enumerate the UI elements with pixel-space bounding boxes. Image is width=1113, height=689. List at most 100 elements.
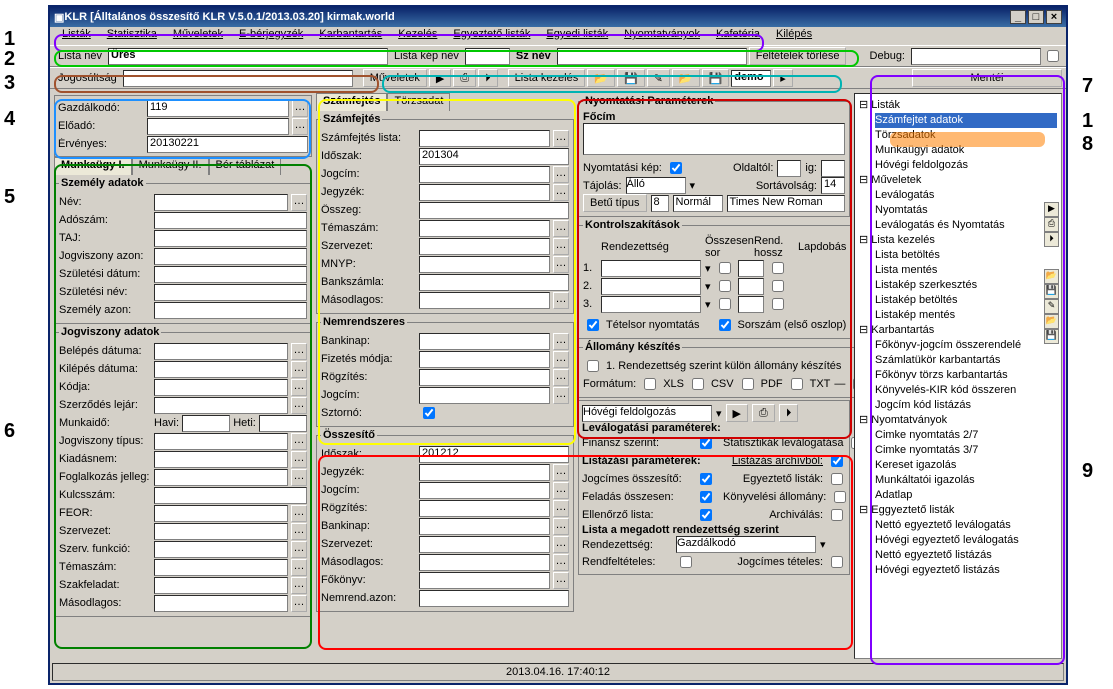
- op-play-icon[interactable]: ▶: [429, 69, 451, 87]
- oldaltol-input[interactable]: [777, 160, 801, 177]
- menu-muveletek[interactable]: Műveletek: [167, 27, 229, 45]
- gazdkodo-input[interactable]: 119: [147, 100, 289, 117]
- osz-idoszak-input[interactable]: 201212: [419, 446, 569, 463]
- szf-idoszak-input[interactable]: 201304: [419, 148, 569, 165]
- tree-save2-icon[interactable]: 💾: [1044, 329, 1059, 344]
- szulnev-input[interactable]: [154, 284, 307, 301]
- szamfejtes-tabs: Számfejtés Törzsadat: [316, 93, 574, 111]
- jogv-legend: Jogviszony adatok: [59, 326, 161, 338]
- listanev-input[interactable]: Üres: [108, 48, 388, 65]
- belepes-input[interactable]: [154, 343, 288, 360]
- taj-input[interactable]: [154, 230, 307, 247]
- print-icon[interactable]: ⎙: [752, 404, 775, 422]
- sztorno-checkbox[interactable]: [423, 407, 435, 419]
- demo-input[interactable]: demo: [731, 70, 771, 87]
- nyomtkep-checkbox[interactable]: [670, 162, 682, 174]
- tab-bertabla[interactable]: Bér táblázat: [209, 157, 282, 175]
- tajolas-combo[interactable]: Álló: [626, 177, 686, 194]
- tab-szamfejtes[interactable]: Számfejtés: [316, 93, 387, 111]
- op-run-icon[interactable]: ⏵: [478, 69, 498, 87]
- lk-open2-icon[interactable]: 📂: [672, 69, 700, 87]
- eloado-input[interactable]: [147, 118, 289, 135]
- mentei-button[interactable]: Mentéi: [912, 69, 1062, 87]
- feldolgozas-combo[interactable]: Hóvégi feldolgozás: [582, 405, 712, 422]
- tree-print-icon[interactable]: ⎙: [1044, 217, 1059, 232]
- sznev-input[interactable]: [557, 48, 747, 65]
- focim-input[interactable]: [583, 123, 845, 155]
- tab-munkaugy2[interactable]: Munkaügy II.: [132, 157, 209, 175]
- tree-munkaugyi[interactable]: Munkaügyi adatok: [875, 143, 1057, 158]
- status-bar: 2013.04.16. 17:40:12: [52, 663, 1064, 681]
- tree-szamfejtet[interactable]: Számfejtet adatok: [875, 113, 1057, 128]
- archivbol-link[interactable]: Listázás archívból:: [732, 455, 823, 467]
- heti-input[interactable]: [259, 415, 307, 432]
- rend-combo[interactable]: Gazdálkodó: [676, 536, 816, 553]
- close-button[interactable]: ×: [1046, 10, 1062, 24]
- tree-open-icon[interactable]: 📂: [1044, 269, 1059, 284]
- listanev-label: Lista név: [54, 48, 106, 64]
- betutipus-button[interactable]: Betű típus: [583, 194, 647, 212]
- szemelyazon-input[interactable]: [154, 302, 307, 319]
- fontsize-input[interactable]: 8: [651, 195, 669, 212]
- run-icon[interactable]: ▶: [726, 404, 748, 422]
- fontname-input[interactable]: Times New Roman: [727, 195, 845, 212]
- kontrolszak-group: Kontrolszakítások Rendezettség Összesen …: [578, 219, 851, 339]
- tree-hovegi[interactable]: Hóvégi feldolgozás: [875, 158, 1057, 173]
- jogosultsag-input[interactable]: [123, 70, 353, 87]
- window-title: KLR [Álltalános összesítő KLR V.5.0.1/20…: [64, 11, 394, 23]
- tree-root[interactable]: Listák: [871, 99, 900, 111]
- sznev-label: Sz név: [512, 48, 555, 64]
- lk-open-icon[interactable]: 📂: [587, 69, 615, 87]
- ig-input[interactable]: [821, 160, 845, 177]
- ervenyes-input[interactable]: 20130221: [147, 136, 308, 153]
- kilepes-input[interactable]: [154, 361, 288, 378]
- demo-go-icon[interactable]: ▸: [773, 69, 793, 87]
- menu-bar: Listák Statisztika Műveletek E-bérjegyzé…: [50, 27, 1066, 45]
- menu-egyezteto[interactable]: Egyeztető listák: [447, 27, 536, 45]
- run2-icon[interactable]: ⏵: [779, 404, 799, 422]
- feltetelek-torlese-button[interactable]: Feltételek törlése: [749, 47, 847, 65]
- debug-input[interactable]: [911, 48, 1041, 65]
- menu-egyedi[interactable]: Egyedi listák: [540, 27, 614, 45]
- menu-eberjegyzek[interactable]: E-bérjegyzék: [233, 27, 309, 45]
- eloado-lookup-button[interactable]: …: [292, 118, 308, 135]
- tree-play-icon[interactable]: ▶: [1044, 202, 1059, 217]
- menu-kilepes[interactable]: Kilépés: [770, 27, 818, 45]
- debug-checkbox[interactable]: [1047, 50, 1059, 62]
- muveletek-button[interactable]: Műveletek: [363, 69, 427, 87]
- nev-input[interactable]: [154, 194, 288, 211]
- maximize-button[interactable]: □: [1028, 10, 1044, 24]
- sorszam-checkbox[interactable]: [719, 319, 731, 331]
- rendkulon-checkbox[interactable]: [587, 360, 599, 372]
- menu-kezeles[interactable]: Kezelés: [392, 27, 443, 45]
- menu-listak[interactable]: Listák: [56, 27, 97, 45]
- listakezeles-button[interactable]: Lista kezelés: [508, 69, 586, 87]
- tetsor-checkbox[interactable]: [587, 319, 599, 331]
- tab-munkaugy1[interactable]: Munkaügy I.: [54, 157, 132, 175]
- lk-edit-icon[interactable]: ✎: [647, 69, 670, 87]
- tree-edit-icon[interactable]: ✎: [1044, 299, 1059, 314]
- szuldatum-input[interactable]: [154, 266, 307, 283]
- szerzlejar-input[interactable]: [154, 397, 288, 414]
- lk-save2-icon[interactable]: 💾: [702, 69, 730, 87]
- menu-nyomtatvanyok[interactable]: Nyomtatványok: [618, 27, 706, 45]
- menu-kafeteria[interactable]: Kafetéria: [710, 27, 766, 45]
- menu-statisztika[interactable]: Statisztika: [101, 27, 163, 45]
- kodja-input[interactable]: [154, 379, 288, 396]
- adoszam-input[interactable]: [154, 212, 307, 229]
- gazdkodo-lookup-button[interactable]: …: [292, 100, 308, 117]
- lk-save-icon[interactable]: 💾: [617, 69, 645, 87]
- op-print-icon[interactable]: ⎙: [453, 69, 476, 87]
- fontstyle-input[interactable]: Normál: [673, 195, 723, 212]
- tree-playprint-icon[interactable]: ⏵: [1044, 232, 1059, 247]
- tree-open2-icon[interactable]: 📂: [1044, 314, 1059, 329]
- tree-save-icon[interactable]: 💾: [1044, 284, 1059, 299]
- minimize-button[interactable]: _: [1010, 10, 1026, 24]
- tree-torzsadatok[interactable]: Törzsadatok: [875, 128, 1057, 143]
- menu-karbantartas[interactable]: Karbantartás: [313, 27, 388, 45]
- sortav-input[interactable]: 14: [821, 177, 845, 194]
- tab-torzsadat[interactable]: Törzsadat: [387, 93, 450, 111]
- havi-input[interactable]: [182, 415, 230, 432]
- status-time: 2013.04.16. 17:40:12: [506, 666, 610, 678]
- jogvazon-input[interactable]: [154, 248, 307, 265]
